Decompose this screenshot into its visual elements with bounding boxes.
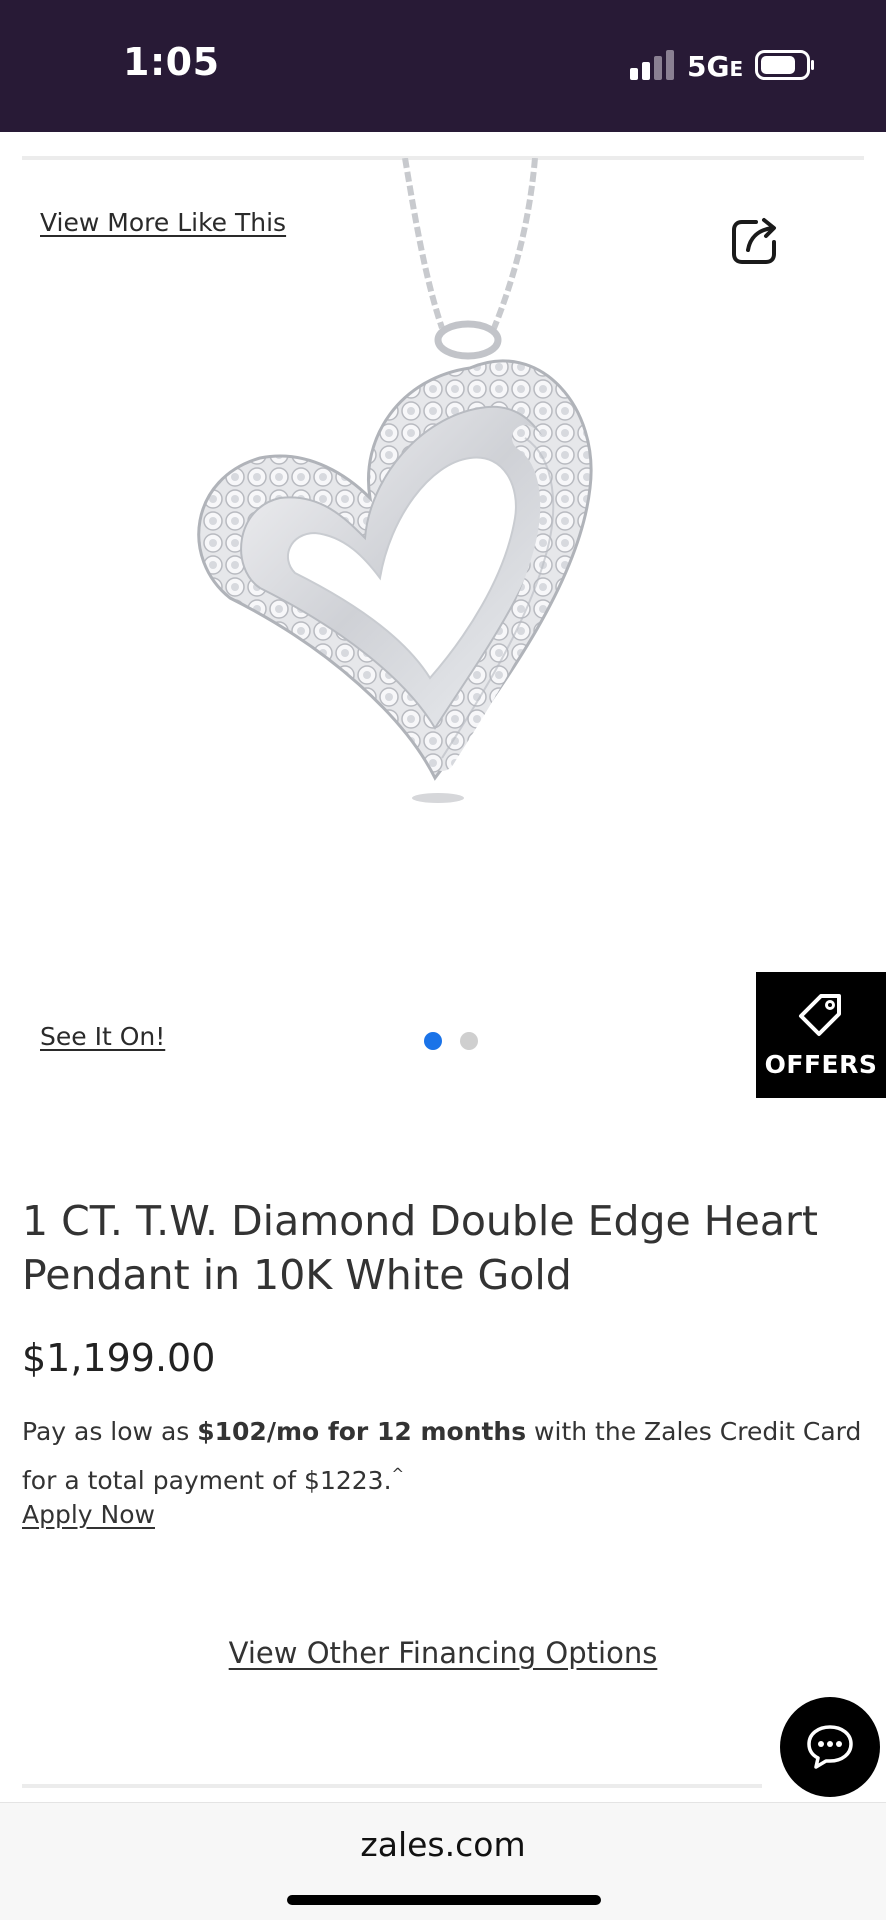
signal-icon	[630, 50, 674, 80]
financing-marker: ^	[391, 1465, 405, 1483]
browser-url-bar[interactable]: zales.com	[0, 1802, 886, 1920]
network-suffix: E	[729, 57, 744, 81]
url-text[interactable]: zales.com	[0, 1825, 886, 1864]
product-title: 1 CT. T.W. Diamond Double Edge Heart Pen…	[22, 1197, 818, 1299]
pagination-dot-2[interactable]	[460, 1032, 478, 1050]
network-type: 5G	[687, 50, 730, 83]
chat-icon	[807, 1725, 853, 1769]
battery-icon	[755, 50, 814, 80]
financing-monthly: $102/mo for 12 months	[197, 1417, 527, 1446]
network-indicator: 5GE	[687, 50, 743, 83]
tag-icon	[799, 993, 841, 1036]
product-price: $1,199.00	[22, 1336, 216, 1380]
offers-label: OFFERS	[764, 1049, 878, 1079]
status-bar: 1:05 5GE	[0, 0, 886, 132]
financing-text: Pay as low as $102/mo for 12 months with…	[22, 1410, 872, 1502]
gallery-pagination	[424, 1032, 478, 1050]
product-image-heart-pendant[interactable]	[180, 158, 720, 958]
home-indicator[interactable]	[287, 1895, 601, 1905]
status-time: 1:05	[123, 40, 220, 84]
financing-prefix: Pay as low as	[22, 1417, 198, 1446]
view-other-financing-link[interactable]: View Other Financing Options	[0, 1636, 886, 1670]
offers-button[interactable]: OFFERS	[756, 972, 886, 1098]
see-it-on-link[interactable]: See It On!	[40, 1022, 165, 1051]
share-icon[interactable]	[728, 214, 782, 268]
pagination-dot-1[interactable]	[424, 1032, 442, 1050]
view-more-like-this-link[interactable]: View More Like This	[40, 208, 286, 237]
divider	[22, 1784, 762, 1788]
apply-now-link[interactable]: Apply Now	[22, 1500, 155, 1529]
chat-button[interactable]	[780, 1697, 880, 1797]
